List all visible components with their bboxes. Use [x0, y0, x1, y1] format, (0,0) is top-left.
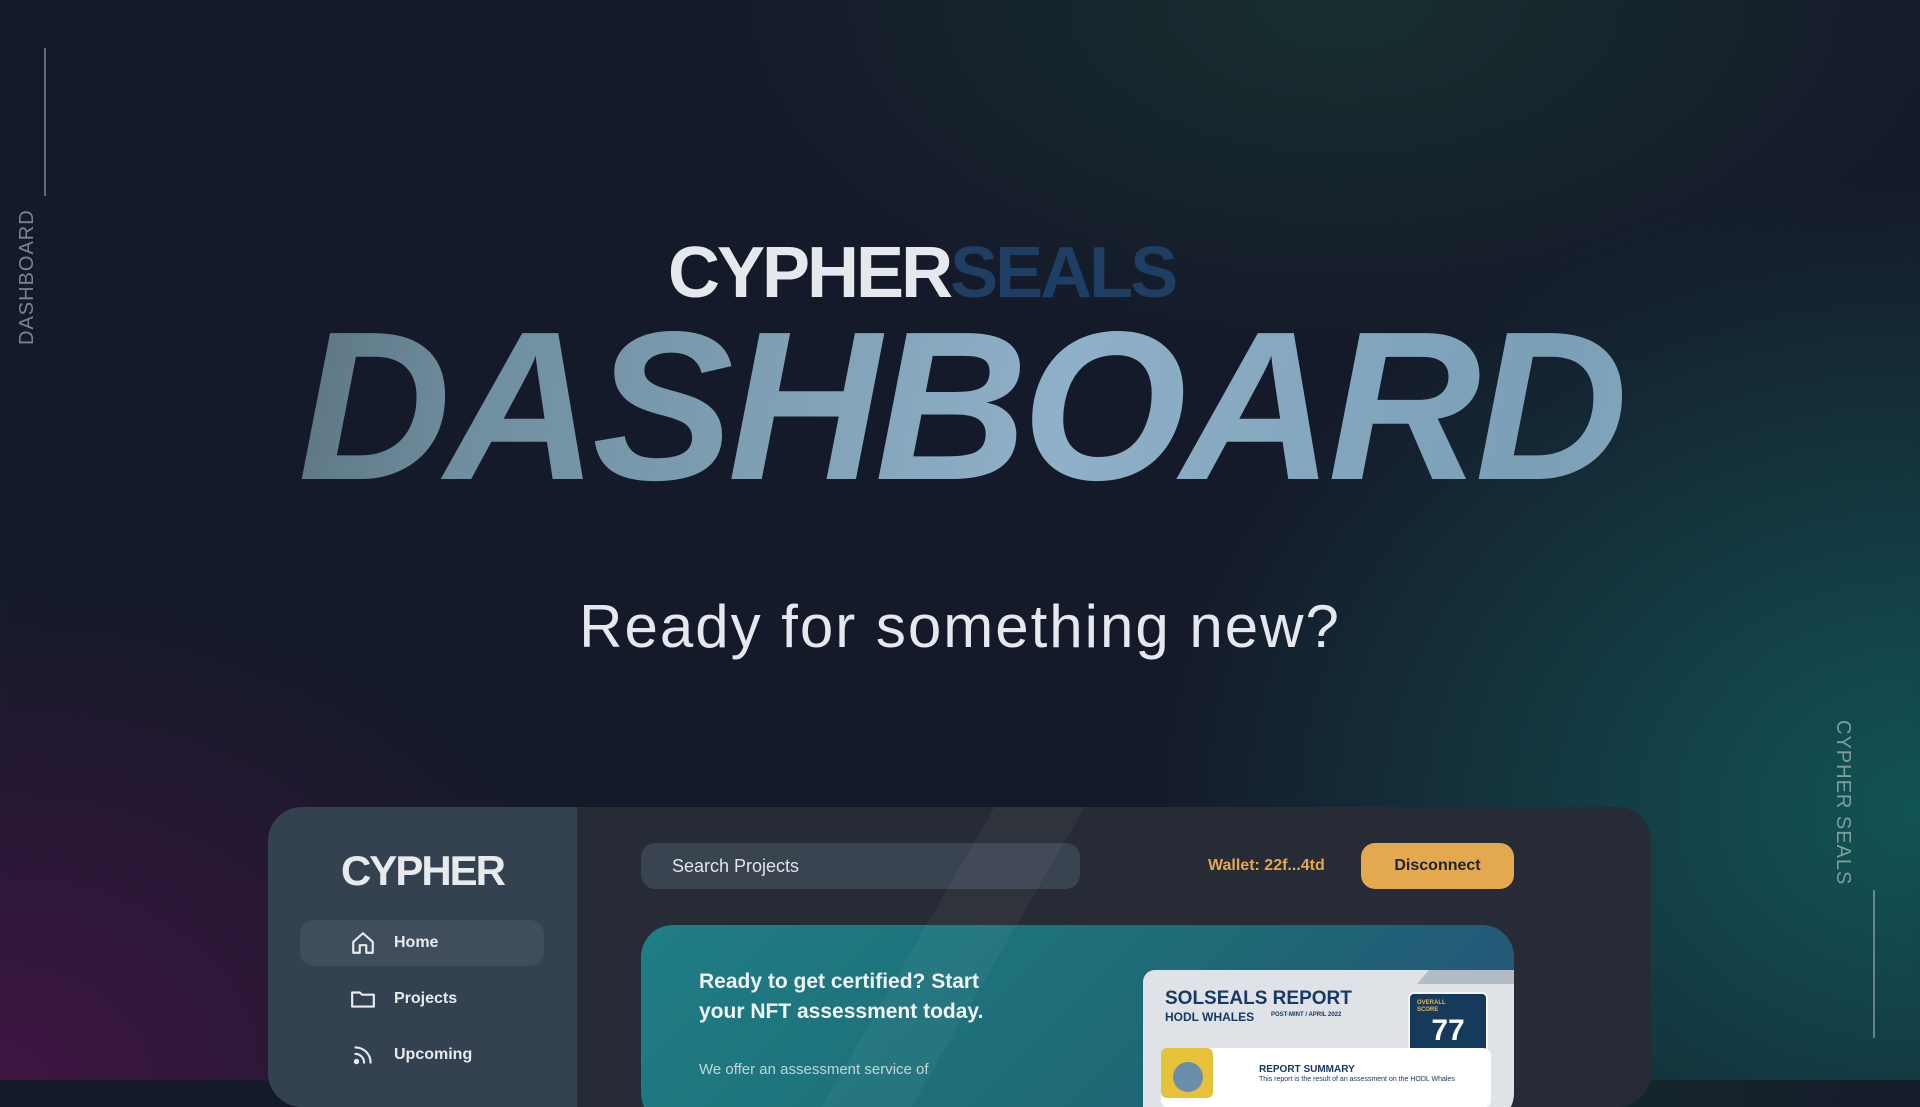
report-stripe [1417, 970, 1514, 984]
summary-title: REPORT SUMMARY [1259, 1064, 1355, 1075]
report-subtitle: HODL WHALES [1165, 1010, 1255, 1024]
report-meta: POST-MINT / APRIL 2022 [1271, 1012, 1342, 1018]
disconnect-button[interactable]: Disconnect [1361, 843, 1514, 889]
whale-thumbnail [1161, 1048, 1213, 1098]
report-preview[interactable]: SOLSEALS REPORT HODL WHALES POST-MINT / … [1143, 970, 1514, 1107]
report-title: SOLSEALS REPORT [1165, 988, 1352, 1009]
hero-tagline: Ready for something new? [579, 593, 1341, 660]
right-side-label: CYPHER SEALS [1832, 720, 1854, 886]
wallet-address: Wallet: 22f...4td [1208, 857, 1325, 874]
hero-title: DASHBOARD [0, 300, 1920, 512]
banner-subtitle: We offer an assessment service of [699, 1061, 929, 1078]
right-side-line [1873, 890, 1875, 1038]
score-label: OVERALL SCORE [1417, 1000, 1446, 1013]
sidebar-logo: CYPHER [340, 847, 506, 894]
search-input[interactable]: Search Projects [641, 843, 1080, 889]
score-value: 77 [1431, 1014, 1465, 1047]
sidebar-item-projects[interactable]: Projects [300, 976, 544, 1022]
left-side-line [44, 48, 46, 196]
report-summary-card: REPORT SUMMARY This report is the result… [1161, 1048, 1491, 1107]
sidebar-item-label: Home [394, 934, 439, 951]
rss-icon [353, 1046, 372, 1065]
sidebar-item-upcoming[interactable]: Upcoming [300, 1032, 544, 1078]
home-icon [352, 932, 374, 954]
sidebar: CYPHER Home Projects Upcoming [268, 807, 577, 1107]
sidebar-item-home[interactable]: Home [300, 920, 544, 966]
sidebar-item-label: Projects [394, 990, 458, 1007]
sidebar-item-label: Upcoming [394, 1046, 473, 1063]
app-preview: CYPHER Home Projects Upcoming Search Pro… [268, 807, 1651, 1107]
folder-icon [351, 991, 375, 1008]
banner-title: Ready to get certified? Start your NFT a… [699, 970, 984, 1023]
